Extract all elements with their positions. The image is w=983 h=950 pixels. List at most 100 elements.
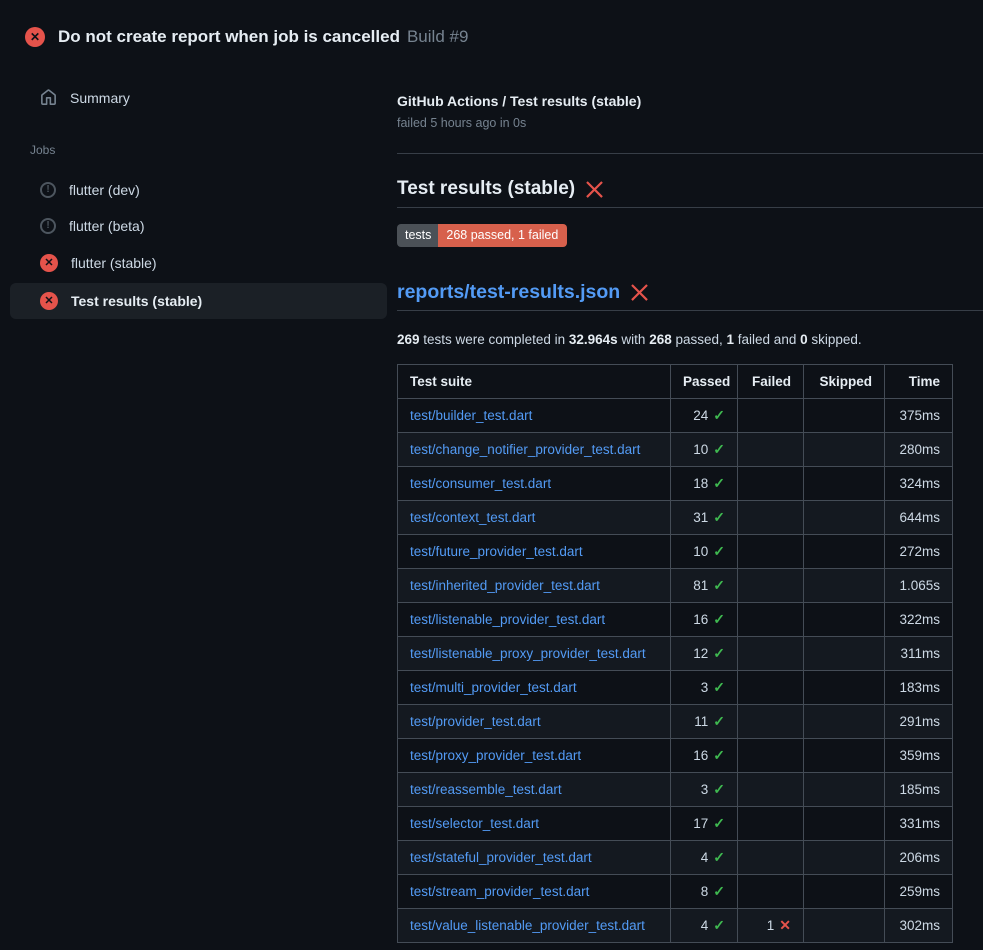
x-circle-fill-icon: ✕ [25,27,45,47]
test-suite-link[interactable]: test/stateful_provider_test.dart [410,850,592,865]
report-heading: reports/test-results.json [397,281,983,304]
x-circle-fill-icon: ✕ [40,292,58,310]
workflow-run-header: ✕ Do not create report when job is cance… [0,0,983,56]
table-row: test/change_notifier_provider_test.dart … [398,432,953,466]
failed-cell [738,602,804,636]
time-cell: 324ms [885,466,953,500]
time-cell: 1.065s [885,568,953,602]
main-content: GitHub Actions / Test results (stable) f… [397,56,983,943]
time-cell: 272ms [885,534,953,568]
check-icon: ✓ [713,883,725,899]
table-row: test/value_listenable_provider_test.dart… [398,908,953,942]
failed-cell [738,806,804,840]
test-suite-link[interactable]: test/context_test.dart [410,510,535,525]
test-suite-link[interactable]: test/multi_provider_test.dart [410,680,577,695]
failed-cell [738,670,804,704]
passed-cell: 11✓ [671,704,738,738]
failed-cell [738,500,804,534]
badge-value: 268 passed, 1 failed [438,224,567,247]
test-suite-cell: test/provider_test.dart [398,704,671,738]
check-icon: ✓ [713,441,725,457]
skipped-cell [804,466,885,500]
check-icon: ✓ [713,747,725,763]
skipped-cell [804,602,885,636]
test-suite-link[interactable]: test/proxy_provider_test.dart [410,748,581,763]
test-suite-link[interactable]: test/reassemble_test.dart [410,782,562,797]
column-header-failed: Failed [738,364,804,398]
test-suite-cell: test/stream_provider_test.dart [398,874,671,908]
check-icon: ✓ [713,475,725,491]
table-row: test/stateful_provider_test.dart 4✓ 206m… [398,840,953,874]
test-suite-link[interactable]: test/provider_test.dart [410,714,541,729]
test-suite-link[interactable]: test/builder_test.dart [410,408,532,423]
alert-circle-icon: ! [40,182,56,198]
passed-cell: 10✓ [671,534,738,568]
jobs-section-label: Jobs [0,117,397,171]
passed-cell: 17✓ [671,806,738,840]
failed-cell [738,840,804,874]
passed-cell: 12✓ [671,636,738,670]
time-cell: 331ms [885,806,953,840]
column-header-skipped: Skipped [804,364,885,398]
alert-circle-icon: ! [40,218,56,234]
failed-cell: 1✕ [738,908,804,942]
passed-cell: 10✓ [671,432,738,466]
sidebar: Summary Jobs ! flutter (dev) ! flutter (… [0,56,397,321]
skipped-cell [804,534,885,568]
table-row: test/consumer_test.dart 18✓ 324ms [398,466,953,500]
breadcrumb: GitHub Actions / Test results (stable) [397,93,983,109]
test-suite-link[interactable]: test/listenable_proxy_provider_test.dart [410,646,646,661]
test-suite-cell: test/change_notifier_provider_test.dart [398,432,671,466]
check-icon: ✓ [713,815,725,831]
failed-cell [738,738,804,772]
sidebar-item-flutter-stable[interactable]: ✕ flutter (stable) [10,245,387,281]
home-icon [40,89,57,106]
test-suite-cell: test/stateful_provider_test.dart [398,840,671,874]
sidebar-item-flutter-beta[interactable]: ! flutter (beta) [10,209,387,243]
sidebar-item-flutter-dev[interactable]: ! flutter (dev) [10,173,387,207]
time-cell: 259ms [885,874,953,908]
skipped-cell [804,636,885,670]
test-suite-link[interactable]: test/future_provider_test.dart [410,544,583,559]
test-suite-link[interactable]: test/change_notifier_provider_test.dart [410,442,640,457]
time-cell: 375ms [885,398,953,432]
check-icon: ✓ [713,611,725,627]
check-icon: ✓ [713,509,725,525]
skipped-cell [804,500,885,534]
section-heading: Test results (stable) [397,178,983,200]
test-suite-link[interactable]: test/value_listenable_provider_test.dart [410,918,645,933]
sidebar-item-test-results-stable[interactable]: ✕ Test results (stable) [10,283,387,319]
time-cell: 322ms [885,602,953,636]
report-file-link[interactable]: reports/test-results.json [397,281,620,304]
test-suite-cell: test/listenable_proxy_provider_test.dart [398,636,671,670]
failed-cell [738,466,804,500]
section-title: Test results (stable) [397,178,575,200]
passed-cell: 31✓ [671,500,738,534]
time-cell: 183ms [885,670,953,704]
passed-cell: 4✓ [671,840,738,874]
time-cell: 359ms [885,738,953,772]
column-header-time: Time [885,364,953,398]
failed-x-icon [585,180,604,199]
test-suite-link[interactable]: test/listenable_provider_test.dart [410,612,605,627]
check-icon: ✓ [713,407,725,423]
column-header-passed: Passed [671,364,738,398]
skipped-cell [804,738,885,772]
test-suite-link[interactable]: test/stream_provider_test.dart [410,884,589,899]
test-suite-link[interactable]: test/consumer_test.dart [410,476,551,491]
job-label: flutter (dev) [69,182,140,198]
test-suite-link[interactable]: test/inherited_provider_test.dart [410,578,600,593]
divider [397,207,983,208]
passed-cell: 16✓ [671,738,738,772]
table-row: test/listenable_proxy_provider_test.dart… [398,636,953,670]
test-results-table: Test suite Passed Failed Skipped Time te… [397,364,953,943]
passed-cell: 3✓ [671,670,738,704]
test-suite-cell: test/multi_provider_test.dart [398,670,671,704]
test-suite-link[interactable]: test/selector_test.dart [410,816,539,831]
skipped-cell [804,840,885,874]
test-suite-cell: test/context_test.dart [398,500,671,534]
test-suite-cell: test/inherited_provider_test.dart [398,568,671,602]
build-number: Build #9 [407,27,468,47]
failed-cell [738,534,804,568]
sidebar-item-summary[interactable]: Summary [10,80,387,115]
